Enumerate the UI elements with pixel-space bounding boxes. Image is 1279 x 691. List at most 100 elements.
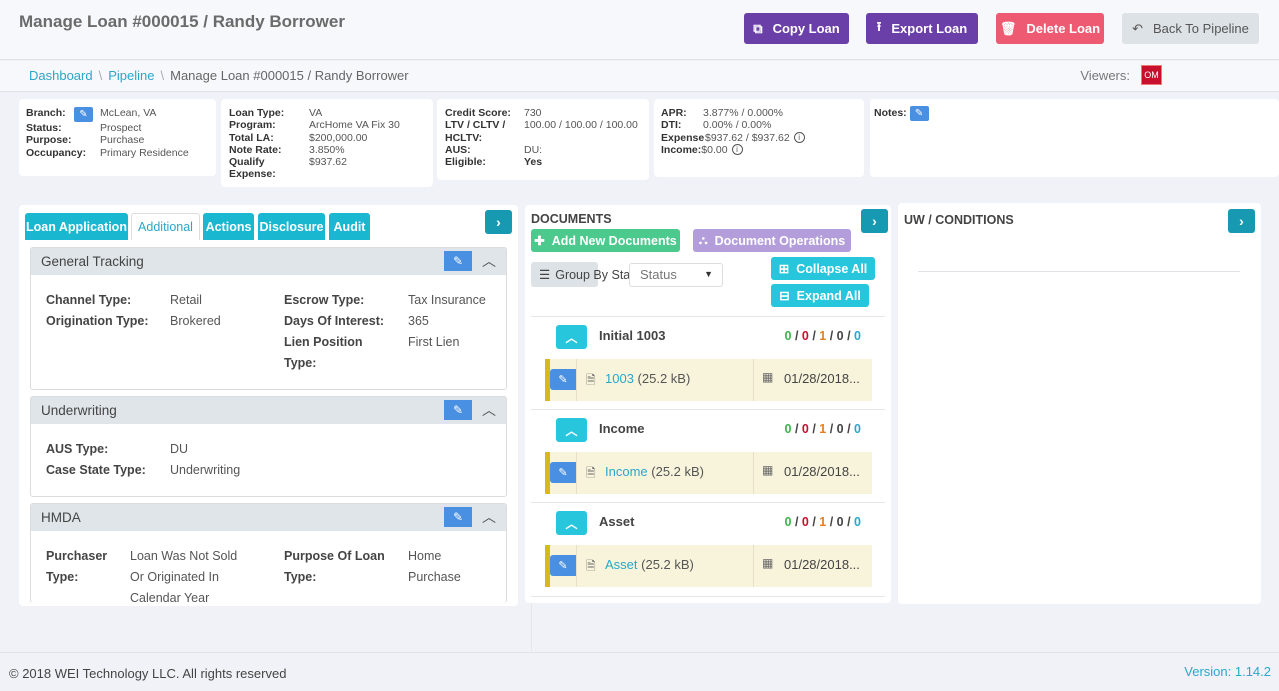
delete-loan-button[interactable]: 🗑 Delete Loan xyxy=(996,13,1104,44)
chevron-up-icon[interactable]: ︿ xyxy=(482,251,496,271)
group-by-select-value: Status xyxy=(640,267,677,282)
document-link[interactable]: 1003 (25.2 kB) xyxy=(605,371,690,386)
divider xyxy=(576,452,577,494)
document-date: 01/28/2018... xyxy=(784,464,860,479)
summary-row: Branch: ✎ McLean, VA xyxy=(26,107,209,122)
document-row[interactable]: ✎ 🗎 Asset (25.2 kB) ▦ 01/28/2018... xyxy=(545,545,872,587)
chevron-right-icon: › xyxy=(872,213,877,229)
dti-label: DTI: xyxy=(661,119,682,132)
document-row[interactable]: ✎ 🗎 Income (25.2 kB) ▦ 01/28/2018... xyxy=(545,452,872,494)
page-header: Manage Loan #000015 / Randy Borrower ⧉ C… xyxy=(0,0,1279,60)
count-separator: / xyxy=(808,515,820,529)
documents-title: DOCUMENTS xyxy=(531,212,612,226)
aus-label: AUS: xyxy=(445,143,471,156)
breadcrumb-dashboard[interactable]: Dashboard xyxy=(29,68,93,83)
tab-actions[interactable]: Actions xyxy=(203,213,254,240)
edit-icon[interactable]: ✎ xyxy=(550,462,576,483)
document-name[interactable]: Income xyxy=(605,464,648,479)
viewer-avatar[interactable]: OM xyxy=(1141,65,1162,85)
count-separator: / xyxy=(808,422,820,436)
qualify-expense-value: $937.62 xyxy=(309,156,347,169)
edit-icon[interactable]: ✎ xyxy=(550,555,576,576)
edit-icon[interactable]: ✎ xyxy=(444,507,472,527)
expense-value: $937.62 / $937.62 xyxy=(705,131,790,144)
divider xyxy=(918,271,1240,272)
field-label: Days Of Interest: xyxy=(284,314,385,328)
breadcrumb-pipeline[interactable]: Pipeline xyxy=(108,68,154,83)
summary-row: Total LA: $200,000.00 xyxy=(229,132,425,144)
summary-row: Status: Prospect xyxy=(26,122,209,134)
collapse-group-button[interactable]: ︿ xyxy=(556,511,587,535)
group-by-select[interactable]: Status ▼ xyxy=(629,263,723,287)
summary-row: Qualify Expense: $937.62 xyxy=(229,156,425,181)
count-value: 0 xyxy=(784,515,792,529)
eligible-label: Eligible: xyxy=(445,156,486,169)
divider xyxy=(753,452,754,494)
document-size: (25.2 kB) xyxy=(637,371,691,386)
field-label: Type: xyxy=(46,570,79,584)
document-link[interactable]: Asset (25.2 kB) xyxy=(605,557,694,572)
ltv-value: 100.00 / 100.00 / 100.00 xyxy=(524,119,638,132)
back-to-pipeline-button[interactable]: ↶ Back To Pipeline xyxy=(1122,13,1259,44)
expand-panel-button[interactable]: › xyxy=(485,210,512,234)
divider xyxy=(576,545,577,587)
tab-audit[interactable]: Audit xyxy=(329,213,370,240)
collapse-all-button[interactable]: ⊞ Collapse All xyxy=(771,257,875,280)
group-counts: 0 / 0 / 1 / 0 / 0 xyxy=(785,329,861,343)
edit-branch-icon[interactable]: ✎ xyxy=(74,107,93,122)
status-value: Prospect xyxy=(100,122,142,134)
edit-notes-icon[interactable]: ✎ xyxy=(909,106,929,121)
document-row[interactable]: ✎ 🗎 1003 (25.2 kB) ▦ 01/28/2018... xyxy=(545,359,872,401)
collapse-group-button[interactable]: ︿ xyxy=(556,325,587,349)
document-group: ︿ Initial 1003 0 / 0 / 1 / 0 / 0 ✎ 🗎 100… xyxy=(531,316,885,409)
document-group: ︿ Income 0 / 0 / 1 / 0 / 0 ✎ 🗎 Income (2… xyxy=(531,409,885,502)
document-operations-label: Document Operations xyxy=(714,233,846,248)
expand-documents-button[interactable]: › xyxy=(861,209,888,233)
edit-icon[interactable]: ✎ xyxy=(444,251,472,271)
trash-icon: 🗑 xyxy=(999,20,1017,36)
chevron-up-icon[interactable]: ︿ xyxy=(482,507,496,527)
summary-row: APR: 3.877% / 0.000% xyxy=(661,107,857,119)
export-loan-button[interactable]: ⭱ Export Loan xyxy=(866,13,978,44)
info-icon[interactable]: i xyxy=(793,131,805,143)
branch-label: Branch: xyxy=(26,107,66,119)
section-title: General Tracking xyxy=(41,254,144,269)
group-counts: 0 / 0 / 1 / 0 / 0 xyxy=(785,515,861,529)
copy-loan-button[interactable]: ⧉ Copy Loan xyxy=(744,13,849,44)
document-operations-button[interactable]: ⛬ Document Operations xyxy=(693,229,851,252)
version: Version: 1.14.2 xyxy=(1184,664,1271,679)
edit-icon[interactable]: ✎ xyxy=(444,400,472,420)
tab-loan-application[interactable]: Loan Application xyxy=(25,213,128,240)
document-name[interactable]: Asset xyxy=(605,557,638,572)
expand-all-button[interactable]: ⊟ Expand All xyxy=(771,284,869,307)
field-label: Channel Type: xyxy=(46,293,132,307)
notes-card: Notes: ✎ xyxy=(870,99,1279,177)
divider xyxy=(753,545,754,587)
edit-icon[interactable]: ✎ xyxy=(550,369,576,390)
section-header: HMDA ✎ ︿ xyxy=(31,504,506,531)
field-value: Tax Insurance xyxy=(408,293,486,307)
purpose-value: Purchase xyxy=(100,134,145,147)
chevron-up-icon: ︿ xyxy=(565,423,578,438)
info-icon[interactable]: i xyxy=(731,143,743,155)
field-label: Purchaser xyxy=(46,549,108,563)
document-name[interactable]: 1003 xyxy=(605,371,634,386)
count-separator: / xyxy=(791,329,802,343)
breadcrumb-bar: Dashboard \ Pipeline \ Manage Loan #000015 /… xyxy=(0,61,1279,92)
copy-loan-label: Copy Loan xyxy=(772,21,840,36)
document-link[interactable]: Income (25.2 kB) xyxy=(605,464,704,479)
collapse-all-label: Collapse All xyxy=(796,261,868,276)
chevron-up-icon[interactable]: ︿ xyxy=(482,400,496,420)
add-new-documents-button[interactable]: ✚ Add New Documents xyxy=(531,229,680,252)
tab-disclosure[interactable]: Disclosure xyxy=(258,213,325,240)
collapse-group-button[interactable]: ︿ xyxy=(556,418,587,442)
field-value: Calendar Year xyxy=(130,591,210,603)
group-by-button[interactable]: ☰ Group By Sta xyxy=(531,262,630,287)
tab-additional[interactable]: Additional xyxy=(131,213,200,240)
field-value: Retail xyxy=(170,293,202,307)
field-label: AUS Type: xyxy=(46,442,109,456)
summary-card-branch: Branch: ✎ McLean, VA Status: Prospect Purpo… xyxy=(19,99,216,176)
calendar-icon: ▦ xyxy=(762,463,774,477)
field-value: Underwriting xyxy=(170,463,241,477)
expand-conditions-button[interactable]: › xyxy=(1228,209,1255,233)
